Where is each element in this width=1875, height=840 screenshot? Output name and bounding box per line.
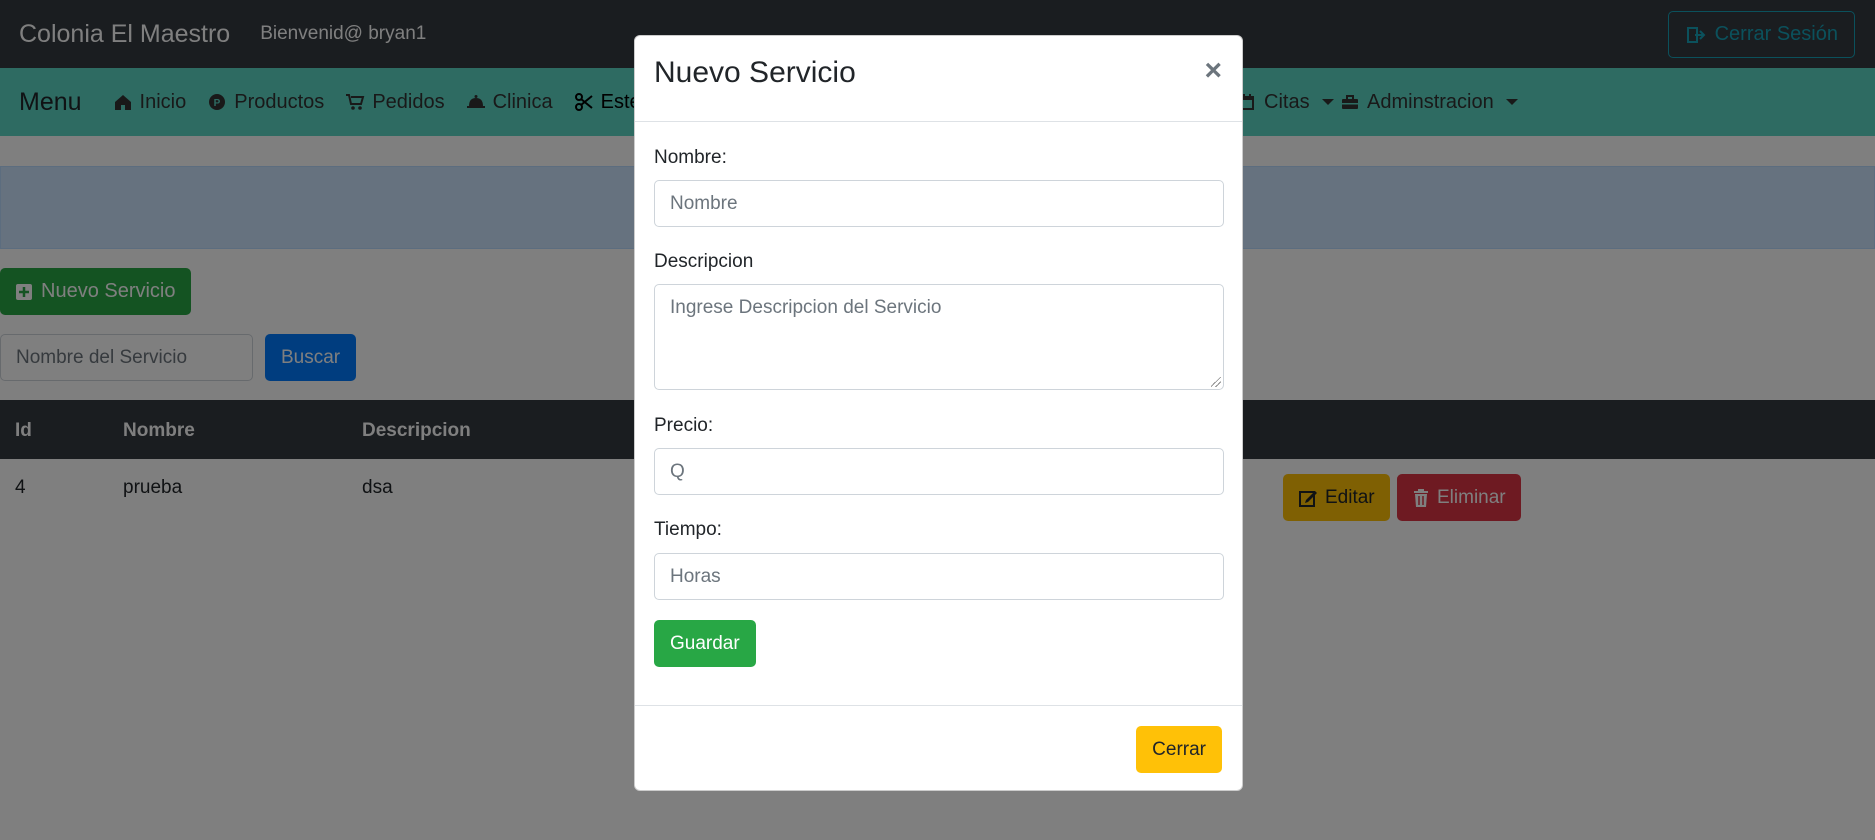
nombre-placeholder: Nombre [670, 192, 738, 214]
tiempo-placeholder: Horas [670, 565, 721, 587]
tiempo-input[interactable]: Horas [654, 553, 1224, 600]
descripcion-label: Descripcion [654, 251, 754, 272]
modal-footer: Cerrar [635, 705, 1242, 791]
close-icon[interactable]: × [1204, 56, 1222, 86]
new-service-modal: Nuevo Servicio × Nombre: Nombre Descripc… [634, 35, 1243, 791]
close-label: Cerrar [1152, 738, 1206, 760]
precio-placeholder: Q [670, 460, 685, 482]
precio-label: Precio: [654, 415, 714, 436]
modal-title: Nuevo Servicio [654, 56, 856, 89]
tiempo-label: Tiempo: [654, 519, 722, 540]
modal-body: Nombre: Nombre Descripcion Ingrese Descr… [635, 122, 1242, 708]
close-button[interactable]: Cerrar [1136, 726, 1222, 773]
modal-header: Nuevo Servicio × [635, 36, 1242, 122]
resize-handle[interactable] [1211, 377, 1221, 387]
nombre-input[interactable]: Nombre [654, 180, 1224, 227]
save-button[interactable]: Guardar [654, 620, 756, 667]
precio-input[interactable]: Q [654, 448, 1224, 495]
nombre-label: Nombre: [654, 147, 727, 168]
descripcion-textarea[interactable]: Ingrese Descripcion del Servicio [654, 284, 1224, 390]
descripcion-placeholder: Ingrese Descripcion del Servicio [670, 297, 942, 318]
save-label: Guardar [670, 632, 740, 654]
